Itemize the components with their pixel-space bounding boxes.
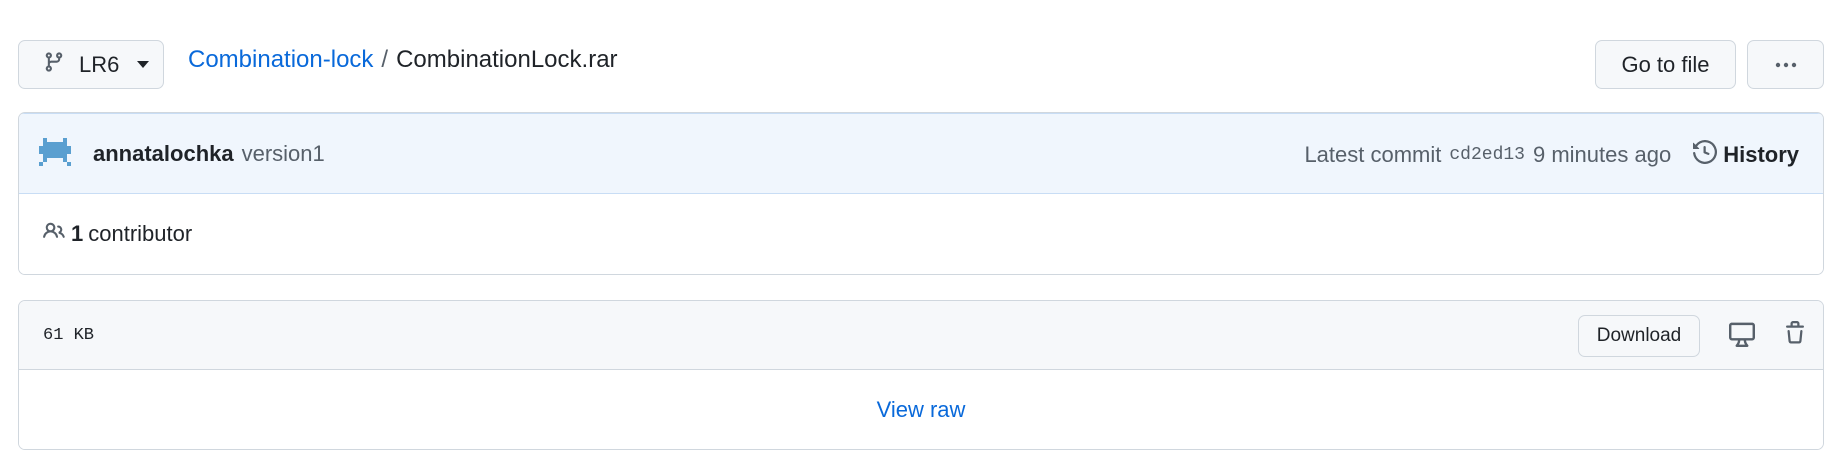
commit-author[interactable]: annatalochka bbox=[93, 141, 234, 167]
file-view-page: LR6 Combination-lock / CombinationLock.r… bbox=[0, 0, 1841, 472]
latest-commit-label: Latest commit bbox=[1304, 141, 1442, 167]
kebab-horizontal-icon bbox=[1774, 56, 1798, 74]
contributors-row[interactable]: 1 contributor bbox=[19, 194, 1823, 274]
history-label: History bbox=[1723, 141, 1799, 167]
branch-name: LR6 bbox=[79, 51, 120, 77]
git-branch-icon bbox=[43, 51, 65, 79]
file-header-bar: LR6 Combination-lock / CombinationLock.r… bbox=[18, 40, 1824, 90]
commit-time: 9 minutes ago bbox=[1533, 141, 1672, 167]
repo-link[interactable]: Combination-lock bbox=[188, 46, 373, 74]
breadcrumb-separator: / bbox=[381, 46, 389, 73]
history-link[interactable]: History bbox=[1693, 139, 1799, 170]
caret-down-icon bbox=[137, 61, 150, 68]
history-icon bbox=[1693, 139, 1718, 170]
file-info-bar: 61 KB Download bbox=[19, 301, 1823, 370]
desktop-icon[interactable] bbox=[1729, 321, 1755, 352]
commit-header: annatalochka version1 Latest commit cd2e… bbox=[19, 113, 1823, 194]
file-name: CombinationLock.rar bbox=[396, 46, 618, 73]
more-options-button[interactable] bbox=[1747, 40, 1824, 89]
commit-sha[interactable]: cd2ed13 bbox=[1449, 145, 1525, 165]
contributor-label: contributor bbox=[88, 221, 193, 246]
trash-icon[interactable] bbox=[1783, 320, 1807, 351]
people-icon bbox=[43, 220, 65, 248]
avatar[interactable] bbox=[39, 137, 71, 170]
contributor-count: 1 bbox=[71, 221, 84, 246]
latest-commit-box: annatalochka version1 Latest commit cd2e… bbox=[18, 112, 1824, 275]
download-button[interactable]: Download bbox=[1578, 315, 1700, 357]
go-to-file-button[interactable]: Go to file bbox=[1595, 40, 1736, 89]
commit-message[interactable]: version1 bbox=[242, 141, 325, 167]
file-body: View raw bbox=[19, 370, 1823, 449]
view-raw-link[interactable]: View raw bbox=[877, 397, 966, 423]
breadcrumb: Combination-lock / CombinationLock.rar bbox=[188, 46, 618, 74]
file-content-box: 61 KB Download View raw bbox=[18, 300, 1824, 450]
file-size: 61 KB bbox=[43, 325, 95, 345]
commit-meta: Latest commit cd2ed13 9 minutes ago Hist… bbox=[1304, 114, 1799, 195]
branch-selector-button[interactable]: LR6 bbox=[18, 40, 164, 89]
